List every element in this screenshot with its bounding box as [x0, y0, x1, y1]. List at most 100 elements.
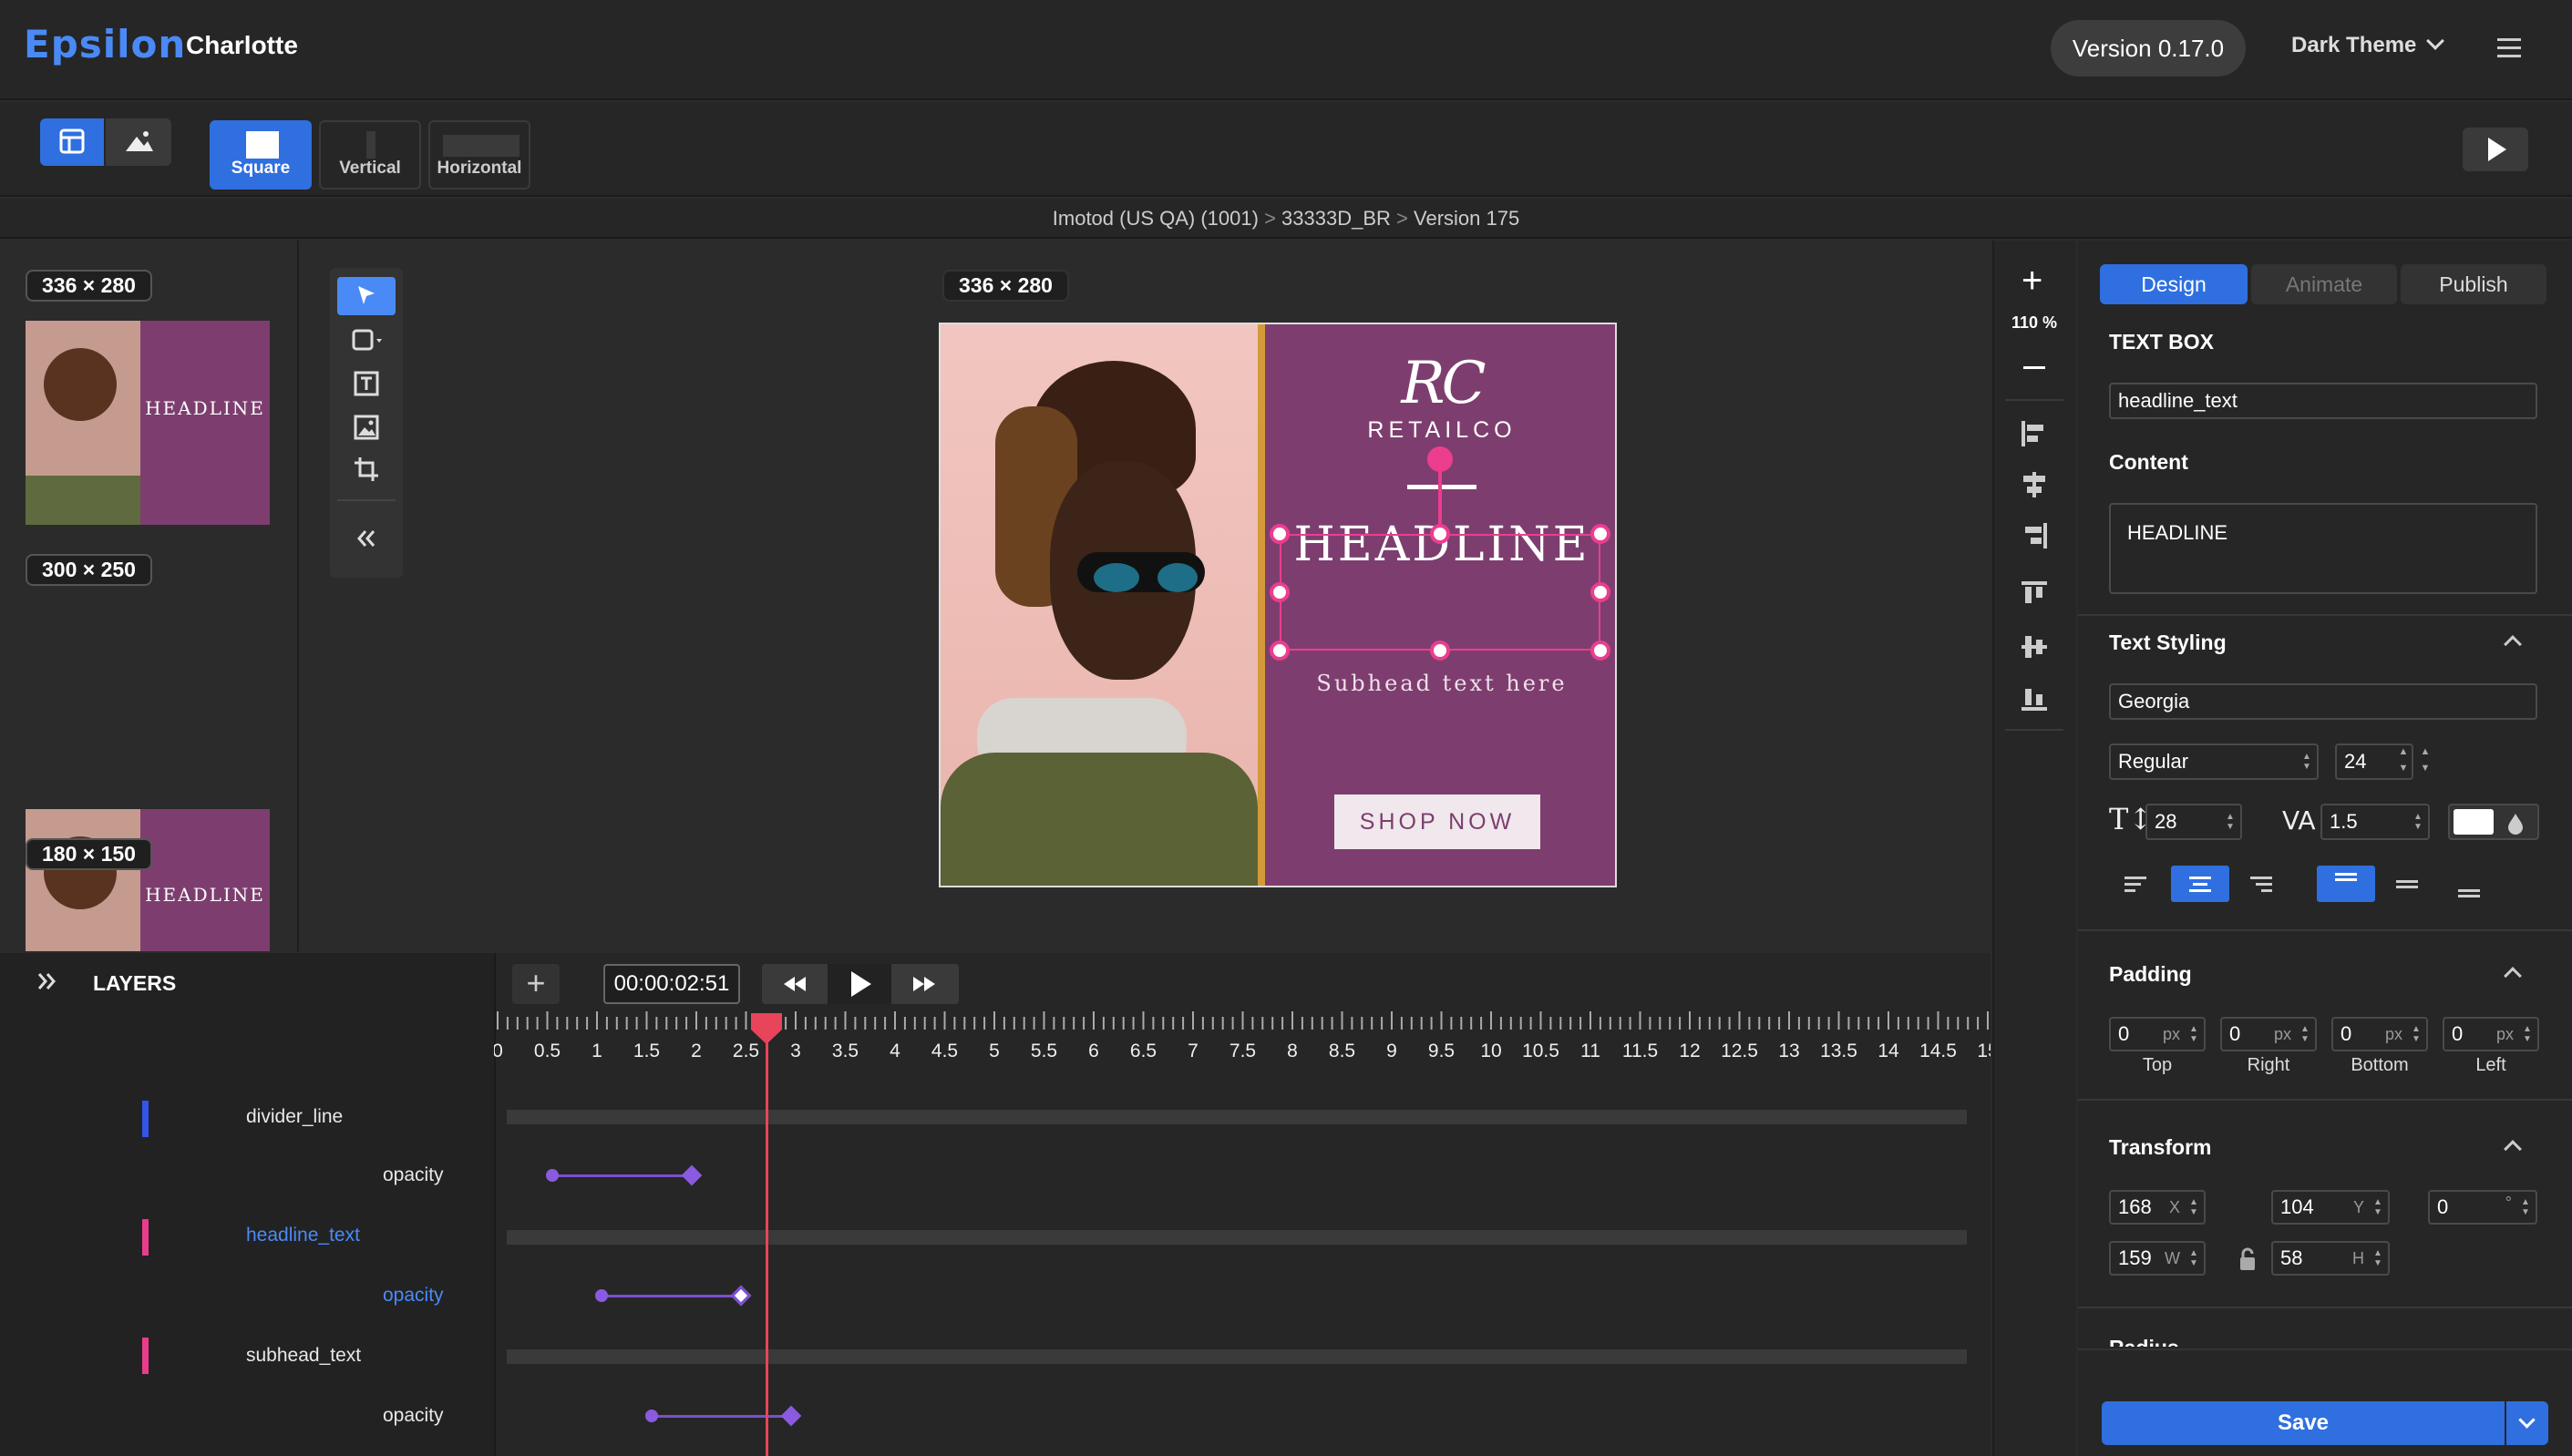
save-button[interactable]: Save: [2102, 1401, 2505, 1445]
keyframe-span[interactable]: [602, 1295, 742, 1297]
vertical-align-top-button[interactable]: [2317, 866, 2375, 902]
tab-publish[interactable]: Publish: [2401, 264, 2546, 304]
letter-spacing-input[interactable]: 1.5 ▲ ▼: [2320, 804, 2430, 840]
app-logo[interactable]: Epsilon: [24, 22, 186, 67]
resize-handle-sw[interactable]: [1270, 641, 1290, 661]
format-vertical-button[interactable]: Vertical: [319, 120, 421, 190]
stepper-icon[interactable]: ▲ ▼: [2186, 1020, 2202, 1048]
align-left-icon[interactable]: [2022, 421, 2043, 446]
stepper-icon[interactable]: ▲ ▼: [2410, 807, 2426, 836]
align-right-icon[interactable]: [2025, 523, 2047, 549]
stepper-icon[interactable]: ▲ ▼: [2519, 1020, 2536, 1048]
menu-icon[interactable]: [2497, 38, 2521, 57]
time-display[interactable]: 00:00:02:51: [603, 964, 740, 1004]
model-photo[interactable]: [941, 324, 1258, 886]
rotation-handle[interactable]: [1427, 446, 1453, 472]
align-bottom-icon[interactable]: [2022, 689, 2047, 711]
font-weight-select[interactable]: Regular ▲ ▼: [2109, 743, 2319, 780]
layer-name-subhead-text[interactable]: subhead_text: [246, 1345, 361, 1367]
collapse-layers-button[interactable]: [33, 968, 60, 1000]
layer-prop-divider-line[interactable]: opacity: [383, 1164, 444, 1186]
save-options-button[interactable]: [2506, 1401, 2548, 1445]
theme-dropdown[interactable]: Dark Theme: [2291, 32, 2445, 58]
breadcrumb-account[interactable]: Imotod (US QA) (1001): [1053, 207, 1259, 230]
text-color-picker[interactable]: [2448, 804, 2539, 840]
shape-tool[interactable]: [337, 321, 396, 359]
select-tool[interactable]: [337, 277, 396, 315]
text-align-right-button[interactable]: [2235, 866, 2288, 902]
size-thumbnail-300x250[interactable]: HEADLINE: [26, 809, 270, 951]
padding-right-input[interactable]: 0 px ▲ ▼: [2220, 1017, 2317, 1051]
text-align-left-button[interactable]: [2109, 866, 2162, 902]
padding-bottom-input[interactable]: 0 px ▲ ▼: [2331, 1017, 2428, 1051]
collapse-tools-button[interactable]: [337, 519, 396, 558]
transform-w-input[interactable]: 159 W ▲ ▼: [2109, 1241, 2206, 1276]
time-ruler[interactable]: 0 0.5 1 1.5 2 2.5 3 3.5 4 4.5 5 5.5 6 6.5 7 7.5 8 8.5 9 9.5…: [492, 1006, 1999, 1075]
subhead-text[interactable]: Subhead text here: [1265, 671, 1615, 696]
layer-prop-subhead-text[interactable]: opacity: [383, 1405, 444, 1427]
resize-handle-se[interactable]: [1590, 641, 1610, 661]
zoom-out-icon[interactable]: [2023, 366, 2045, 369]
stepper-icon[interactable]: ▲ ▼: [2370, 1245, 2386, 1272]
version-badge[interactable]: Version 0.17.0: [2051, 20, 2246, 77]
track-headline-text[interactable]: [507, 1230, 1967, 1245]
track-divider-line[interactable]: [507, 1110, 1967, 1124]
layer-name-divider-line[interactable]: divider_line: [246, 1106, 343, 1128]
format-horizontal-button[interactable]: Horizontal: [428, 120, 530, 190]
vertical-align-middle-button[interactable]: [2381, 866, 2433, 902]
rewind-button[interactable]: [762, 964, 826, 1004]
keyframe-start[interactable]: [545, 1169, 559, 1182]
image-tool[interactable]: [337, 408, 396, 446]
stepper-icon[interactable]: ▲ ▼: [2186, 1245, 2202, 1272]
resize-handle-w[interactable]: [1270, 582, 1290, 602]
preview-play-button[interactable]: [2463, 128, 2528, 171]
zoom-in-icon[interactable]: +: [2022, 261, 2042, 302]
resize-handle-s[interactable]: [1430, 641, 1450, 661]
resize-handle-nw[interactable]: [1270, 524, 1290, 544]
track-subhead-text[interactable]: [507, 1349, 1967, 1364]
stepper-icon[interactable]: ▲ ▼: [2370, 1194, 2386, 1221]
breadcrumb-campaign[interactable]: 33333D_BR: [1281, 207, 1391, 230]
tab-animate[interactable]: Animate: [2251, 264, 2397, 304]
font-family-select[interactable]: Georgia: [2109, 683, 2537, 720]
text-align-center-button[interactable]: [2171, 866, 2229, 902]
image-view-button[interactable]: [106, 118, 171, 166]
transform-h-input[interactable]: 58 H ▲ ▼: [2271, 1241, 2390, 1276]
padding-left-input[interactable]: 0 px ▲ ▼: [2443, 1017, 2539, 1051]
playhead[interactable]: [747, 1013, 786, 1456]
tab-design[interactable]: Design: [2100, 264, 2248, 304]
keyframe-span[interactable]: [551, 1174, 692, 1177]
font-size-stepper[interactable]: ▲ ▼: [2393, 743, 2413, 780]
format-square-button[interactable]: Square: [210, 120, 312, 190]
layer-prop-headline-text[interactable]: opacity: [383, 1285, 444, 1307]
vertical-align-bottom-button[interactable]: [2443, 866, 2495, 902]
align-top-icon[interactable]: [2022, 581, 2047, 603]
size-thumbnail-336x280[interactable]: HEADLINE: [26, 321, 270, 525]
rotation-input[interactable]: 0 ° ▲ ▼: [2428, 1190, 2537, 1225]
stepper-icon[interactable]: ▲ ▼: [2408, 1020, 2424, 1048]
play-button[interactable]: [828, 964, 891, 1004]
add-keyframe-button[interactable]: +: [512, 964, 560, 1004]
resize-handle-ne[interactable]: [1590, 524, 1610, 544]
opacity-drop-icon[interactable]: [2505, 811, 2526, 835]
cta-button[interactable]: SHOP NOW: [1334, 795, 1540, 849]
stepper-icon[interactable]: ▲ ▼: [2297, 1020, 2313, 1048]
align-middle-v-icon[interactable]: [2022, 636, 2047, 658]
line-height-input[interactable]: 28 ▲ ▼: [2145, 804, 2242, 840]
divider-line[interactable]: [1407, 485, 1476, 489]
breadcrumb-version[interactable]: Version 175: [1414, 207, 1519, 230]
stepper-icon[interactable]: ▲ ▼: [2186, 1194, 2202, 1221]
text-tool[interactable]: [337, 364, 396, 403]
layer-name-input[interactable]: headline_text: [2109, 383, 2537, 419]
crop-tool[interactable]: [337, 450, 396, 488]
resize-handle-e[interactable]: [1590, 582, 1610, 602]
transform-y-input[interactable]: 104 Y ▲ ▼: [2271, 1190, 2390, 1225]
align-center-h-icon[interactable]: [2023, 472, 2045, 497]
resize-handle-n[interactable]: [1430, 524, 1450, 544]
artboard[interactable]: RC RETAILCO HEADLINE Subhead text here S…: [939, 323, 1617, 887]
stepper-icon[interactable]: ▲ ▼: [2222, 807, 2238, 836]
layout-view-button[interactable]: [40, 118, 104, 166]
stepper-icon[interactable]: ▲ ▼: [2517, 1194, 2534, 1221]
font-size-select-arrows[interactable]: ▲ ▼: [2415, 743, 2435, 780]
padding-top-input[interactable]: 0 px ▲ ▼: [2109, 1017, 2206, 1051]
